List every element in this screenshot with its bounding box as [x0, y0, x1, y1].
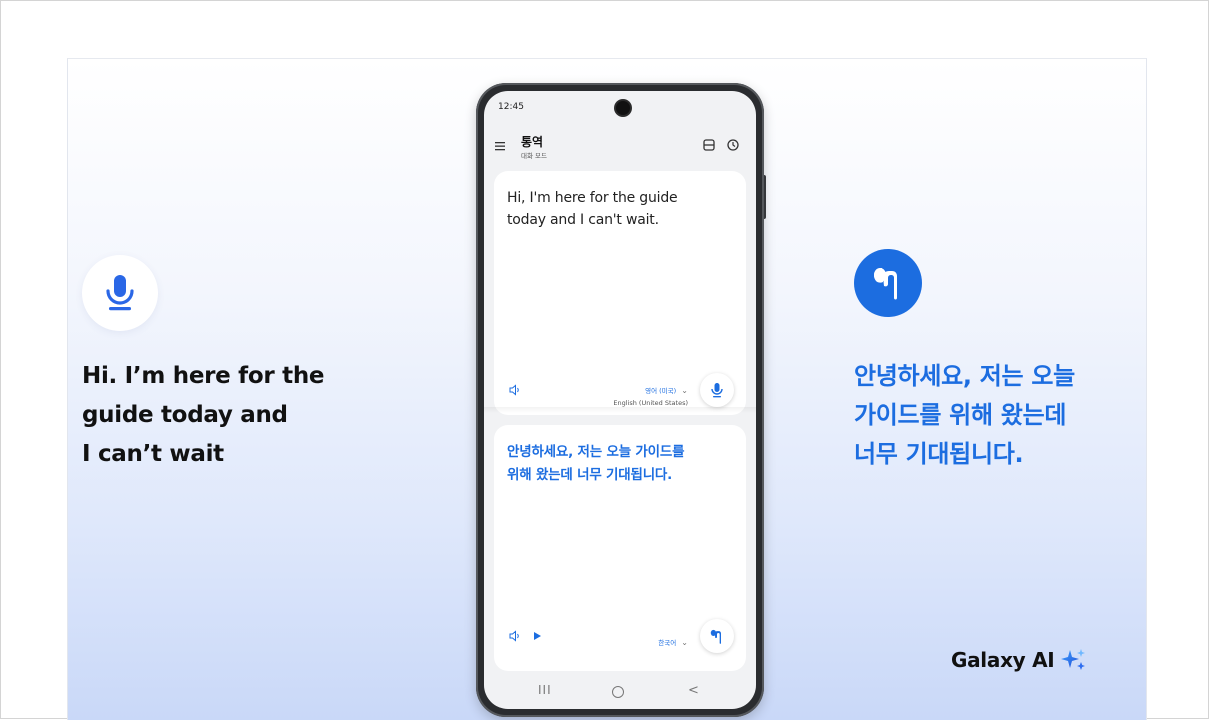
brand-name: Galaxy AI [951, 648, 1055, 672]
english-caption-line: I can’t wait [82, 441, 224, 467]
source-language-card: Hi, I'm here for the guide today and I c… [494, 171, 746, 415]
target-earbud-button[interactable] [700, 619, 734, 653]
split-screen-icon[interactable] [702, 138, 716, 152]
microphone-icon [711, 383, 723, 398]
english-caption: Hi. I’m here for the guide today and I c… [82, 357, 402, 474]
play-icon[interactable] [532, 631, 542, 641]
phone-device: 12:45 통역 대화 모드 Hi, I'm here for the guid… [476, 83, 764, 717]
korean-caption-line: 너무 기대됩니다. [854, 440, 1024, 468]
back-icon[interactable]: < [688, 683, 699, 698]
source-text-line: today and I can't wait. [507, 212, 659, 228]
app-header: 통역 대화 모드 [494, 133, 746, 165]
recent-apps-icon[interactable]: III [538, 683, 552, 697]
korean-caption-line: 안녕하세요, 저는 오늘 [854, 362, 1075, 390]
translated-text: 안녕하세요, 저는 오늘 가이드를 위해 왔는데 너무 기대됩니다. [507, 441, 735, 487]
microphone-icon [106, 275, 134, 311]
source-language-name: 영어 (미국) [645, 387, 677, 395]
menu-icon[interactable] [494, 139, 508, 153]
microphone-badge [82, 255, 158, 331]
fold-hinge [484, 407, 756, 413]
source-text: Hi, I'm here for the guide today and I c… [507, 187, 735, 231]
source-language-selector[interactable]: 영어 (미국) ⌄ English (United States) [613, 378, 688, 407]
chevron-down-icon: ⌄ [681, 386, 688, 395]
earbud-badge [854, 249, 922, 317]
earbud-icon [710, 629, 721, 644]
speaker-icon[interactable] [508, 383, 522, 397]
target-language-selector[interactable]: 한국어 ⌄ [658, 630, 688, 649]
navigation-bar: III < [484, 683, 756, 705]
translated-text-line: 안녕하세요, 저는 오늘 가이드를 [507, 444, 685, 460]
english-caption-line: guide today and [82, 402, 288, 428]
status-time: 12:45 [498, 102, 524, 112]
chevron-down-icon: ⌄ [681, 638, 688, 647]
sparkle-icon [1061, 649, 1086, 670]
phone-screen: 12:45 통역 대화 모드 Hi, I'm here for the guid… [484, 91, 756, 709]
source-mic-button[interactable] [700, 373, 734, 407]
history-icon[interactable] [726, 138, 740, 152]
target-language-name: 한국어 [658, 639, 677, 647]
app-subtitle: 대화 모드 [521, 152, 547, 160]
app-title: 통역 [521, 135, 544, 149]
korean-caption: 안녕하세요, 저는 오늘 가이드를 위해 왔는데 너무 기대됩니다. [854, 357, 1146, 474]
translated-language-card: 안녕하세요, 저는 오늘 가이드를 위해 왔는데 너무 기대됩니다. 한국어 ⌄ [494, 425, 746, 671]
korean-caption-line: 가이드를 위해 왔는데 [854, 401, 1067, 429]
promo-banner: Hi. I’m here for the guide today and I c… [67, 58, 1147, 720]
english-caption-line: Hi. I’m here for the [82, 363, 325, 389]
speaker-icon[interactable] [508, 629, 522, 643]
front-camera [616, 101, 630, 115]
translated-text-line: 위해 왔는데 너무 기대됩니다. [507, 467, 673, 483]
source-language-detail: English (United States) [613, 399, 688, 407]
earbud-icon [874, 268, 897, 300]
source-text-line: Hi, I'm here for the guide [507, 190, 678, 206]
home-icon[interactable] [612, 686, 624, 698]
galaxy-ai-logo: Galaxy AI [951, 647, 1088, 673]
